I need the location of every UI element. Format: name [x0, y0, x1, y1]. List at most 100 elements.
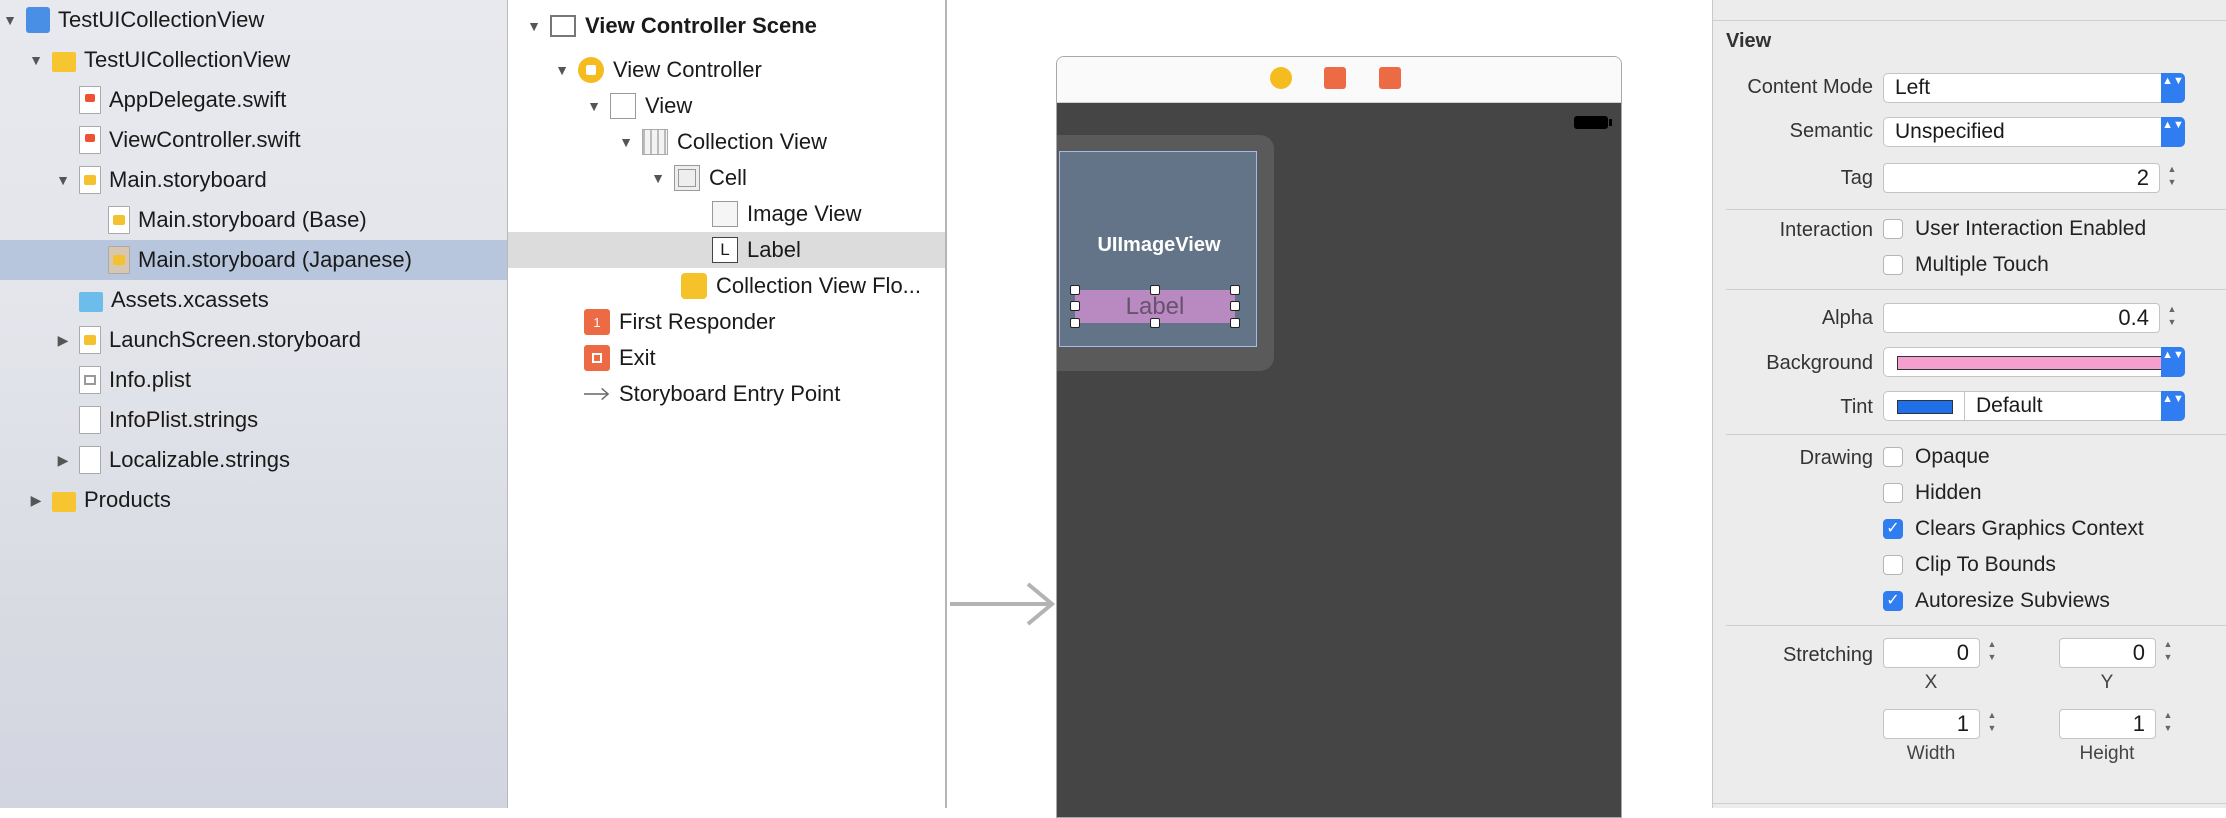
scene-dock: [1057, 57, 1621, 103]
disclosure-triangle-icon[interactable]: ▼: [524, 18, 544, 34]
clip-to-bounds-checkbox[interactable]: [1883, 555, 1903, 575]
collection-view-cell[interactable]: UIImageView Label: [1057, 135, 1274, 371]
disclosure-triangle-icon[interactable]: ▼: [648, 170, 668, 186]
view-controller-icon: [578, 57, 604, 83]
outline-item-exit[interactable]: Exit: [508, 340, 945, 376]
nav-item-file[interactable]: ▼ Main.storyboard: [0, 160, 507, 200]
stretching-height-stepper[interactable]: ▲ ▼: [2160, 709, 2176, 739]
background-color-popup[interactable]: ▲▼: [1883, 347, 2185, 377]
resize-handle[interactable]: [1230, 285, 1240, 295]
stretching-width-field[interactable]: 1: [1883, 709, 1980, 739]
alpha-stepper[interactable]: ▲ ▼: [2164, 303, 2180, 333]
entry-point-icon: [584, 381, 610, 407]
disclosure-triangle-icon[interactable]: ▼: [26, 52, 46, 68]
content-mode-popup[interactable]: Left ▲▼: [1883, 73, 2185, 103]
view-icon: [610, 93, 636, 119]
root-view[interactable]: UIImageView Label: [1057, 103, 1621, 817]
divider: [1726, 434, 2226, 435]
nav-item-group[interactable]: ▶ Products: [0, 480, 507, 520]
first-responder-icon[interactable]: [1324, 67, 1346, 89]
strings-file-icon: [79, 446, 101, 474]
resize-handle[interactable]: [1150, 285, 1160, 295]
divider: [1964, 392, 1965, 420]
document-outline: ▼ View Controller Scene ▼ View Controlle…: [508, 0, 947, 808]
resize-handle[interactable]: [1070, 285, 1080, 295]
stretching-width-stepper[interactable]: ▲ ▼: [1984, 709, 2000, 739]
disclosure-triangle-icon[interactable]: ▼: [0, 12, 20, 28]
nav-item-label: Main.storyboard (Base): [138, 207, 367, 232]
outline-item-flow-layout[interactable]: Collection View Flo...: [508, 268, 945, 304]
resize-handle[interactable]: [1070, 318, 1080, 328]
nav-item-file[interactable]: ▶ LaunchScreen.storyboard: [0, 320, 507, 360]
disclosure-triangle-icon[interactable]: ▼: [616, 134, 636, 150]
folder-icon: [52, 492, 76, 512]
tag-field[interactable]: 2: [1883, 163, 2160, 193]
nav-item-project[interactable]: ▼ TestUICollectionView: [0, 0, 507, 40]
nav-item-file[interactable]: Info.plist: [0, 360, 507, 400]
exit-icon[interactable]: [1379, 67, 1401, 89]
autoresize-subviews-label: Autoresize Subviews: [1915, 589, 2110, 612]
user-interaction-checkbox[interactable]: [1883, 219, 1903, 239]
nav-item-file[interactable]: ▶ Localizable.strings: [0, 440, 507, 480]
storyboard-entry-arrow[interactable]: [950, 582, 1056, 631]
opaque-checkbox[interactable]: [1883, 447, 1903, 467]
outline-item-image-view[interactable]: Image View: [508, 196, 945, 232]
disclosure-triangle-icon[interactable]: ▶: [53, 452, 73, 469]
outline-item-label: Label: [747, 237, 801, 262]
resize-handle[interactable]: [1150, 318, 1160, 328]
storyboard-icon: [108, 206, 130, 234]
nav-item-file[interactable]: Assets.xcassets: [0, 280, 507, 320]
attributes-inspector: View Content Mode Left ▲▼ Semantic Unspe…: [1712, 0, 2226, 808]
flow-layout-icon: [681, 273, 707, 299]
resize-handle[interactable]: [1230, 301, 1240, 311]
resize-handle[interactable]: [1230, 318, 1240, 328]
disclosure-triangle-icon[interactable]: ▶: [53, 332, 73, 349]
tint-color-swatch: [1897, 400, 1953, 414]
swift-file-icon: [79, 126, 101, 154]
nav-item-file[interactable]: ViewController.swift: [0, 120, 507, 160]
swift-file-icon: [79, 86, 101, 114]
hidden-checkbox[interactable]: [1883, 483, 1903, 503]
view-controller-frame[interactable]: UIImageView Label: [1056, 56, 1622, 818]
tint-color-popup[interactable]: Default ▲▼: [1883, 391, 2185, 421]
section-title: View: [1726, 30, 1772, 52]
storyboard-icon: [108, 246, 130, 274]
project-navigator: ▼ TestUICollectionView ▼ TestUICollectio…: [0, 0, 508, 808]
nav-item-file[interactable]: InfoPlist.strings: [0, 400, 507, 440]
outline-item-view[interactable]: ▼ View: [508, 88, 945, 124]
nav-item-group[interactable]: ▼ TestUICollectionView: [0, 40, 507, 80]
stretching-y-field[interactable]: 0: [2059, 638, 2156, 668]
semantic-popup[interactable]: Unspecified ▲▼: [1883, 117, 2185, 147]
tag-stepper[interactable]: ▲ ▼: [2164, 163, 2180, 193]
outline-item-entry-point[interactable]: Storyboard Entry Point: [508, 376, 945, 412]
clears-graphics-context-checkbox[interactable]: ✓: [1883, 519, 1903, 539]
disclosure-triangle-icon[interactable]: ▶: [26, 492, 46, 509]
popup-arrows-icon: ▲▼: [2161, 73, 2185, 103]
stretching-x-field[interactable]: 0: [1883, 638, 1980, 668]
nav-item-file-selected[interactable]: Main.storyboard (Japanese): [0, 240, 507, 280]
alpha-field[interactable]: 0.4: [1883, 303, 2160, 333]
disclosure-triangle-icon[interactable]: ▼: [552, 62, 572, 78]
nav-item-file[interactable]: Main.storyboard (Base): [0, 200, 507, 240]
outline-item-first-responder[interactable]: 1 First Responder: [508, 304, 945, 340]
stretching-y-stepper[interactable]: ▲ ▼: [2160, 638, 2176, 668]
stretching-x-stepper[interactable]: ▲ ▼: [1984, 638, 2000, 668]
multiple-touch-checkbox[interactable]: [1883, 255, 1903, 275]
disclosure-triangle-icon[interactable]: ▼: [53, 172, 73, 188]
view-controller-icon[interactable]: [1270, 67, 1292, 89]
autoresize-subviews-checkbox[interactable]: ✓: [1883, 591, 1903, 611]
outline-item-scene[interactable]: ▼ View Controller Scene: [508, 8, 945, 44]
disclosure-triangle-icon[interactable]: ▼: [584, 98, 604, 114]
outline-item-view-controller[interactable]: ▼ View Controller: [508, 52, 945, 88]
cell-icon: [674, 165, 700, 191]
outline-item-cell[interactable]: ▼ Cell: [508, 160, 945, 196]
nav-item-file[interactable]: AppDelegate.swift: [0, 80, 507, 120]
tint-value: Default: [1976, 394, 2043, 417]
storyboard-icon: [79, 326, 101, 354]
nav-item-label: Products: [84, 487, 171, 512]
resize-handle[interactable]: [1070, 301, 1080, 311]
stretching-height-field[interactable]: 1: [2059, 709, 2156, 739]
outline-item-collection-view[interactable]: ▼ Collection View: [508, 124, 945, 160]
asset-catalog-icon: [79, 292, 103, 312]
outline-item-label-selected[interactable]: L Label: [508, 232, 945, 268]
